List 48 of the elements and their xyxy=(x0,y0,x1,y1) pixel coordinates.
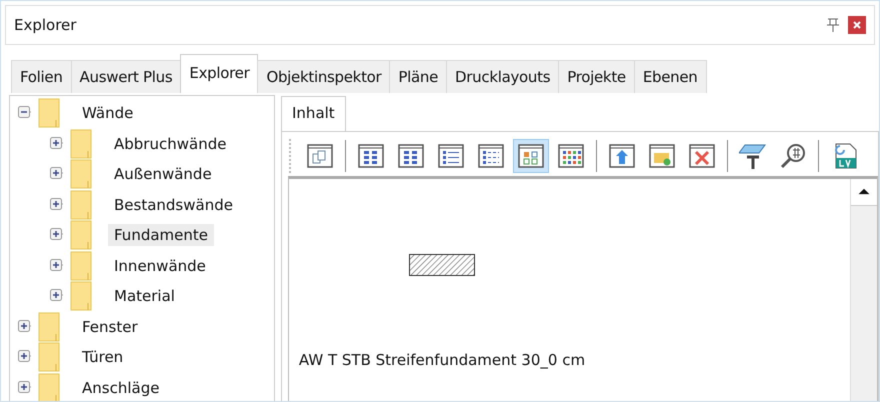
collapse-icon[interactable] xyxy=(18,106,32,120)
tab[interactable]: Explorer xyxy=(180,54,258,93)
scrollbar[interactable] xyxy=(850,179,877,401)
tree-item[interactable]: Material xyxy=(108,285,181,308)
expand-icon[interactable] xyxy=(18,320,32,334)
tree-item[interactable]: Fundamente xyxy=(108,224,214,246)
tab[interactable]: Auswert Plus xyxy=(70,60,182,93)
tree-item[interactable]: Fenster xyxy=(76,316,144,338)
expand-icon[interactable] xyxy=(50,167,64,182)
folder-icon xyxy=(70,190,92,220)
grip-icon xyxy=(288,139,292,173)
folder-icon xyxy=(70,128,92,159)
expand-icon[interactable] xyxy=(50,289,64,304)
folder-icon xyxy=(38,312,60,342)
close-icon[interactable] xyxy=(848,16,866,34)
tab[interactable]: Inhalt xyxy=(281,96,346,131)
window-title: Explorer xyxy=(14,16,78,34)
tab[interactable]: Ebenen xyxy=(634,60,706,93)
tree-item[interactable]: Bestandswände xyxy=(108,194,239,216)
tab[interactable]: Folien xyxy=(11,60,72,93)
scroll-up-icon[interactable] xyxy=(851,179,877,206)
tab[interactable]: Pläne xyxy=(389,60,448,93)
folder-icon xyxy=(38,342,60,372)
expand-icon[interactable] xyxy=(50,258,64,273)
expand-icon[interactable] xyxy=(18,380,32,395)
folder-icon xyxy=(70,281,92,312)
tree-item[interactable]: Abbruchwände xyxy=(108,132,232,155)
expand-icon[interactable] xyxy=(50,198,64,212)
tree-item[interactable]: Außenwände xyxy=(108,163,218,186)
thumbs-button[interactable] xyxy=(513,139,549,173)
tab[interactable]: Projekte xyxy=(558,60,635,93)
tab[interactable]: Drucklayouts xyxy=(446,60,560,93)
tree-item[interactable]: Innenwände xyxy=(108,254,212,277)
item-caption[interactable]: AW T STB Streifenfundament 30_0 cm xyxy=(297,349,587,371)
expand-icon[interactable] xyxy=(50,228,64,242)
expand-icon[interactable] xyxy=(50,136,64,151)
folder-icon xyxy=(70,159,92,190)
tree-item[interactable]: Anschläge xyxy=(76,376,166,399)
folder-icon xyxy=(38,98,60,128)
hatched-bar-drawing xyxy=(409,254,475,276)
folder-icon xyxy=(70,220,92,250)
pin-icon[interactable] xyxy=(826,17,840,33)
folder-icon xyxy=(70,250,92,281)
tree-item[interactable]: Türen xyxy=(76,346,130,368)
tree-item[interactable]: Wände xyxy=(76,102,140,124)
folder-icon xyxy=(38,372,60,401)
expand-icon[interactable] xyxy=(18,350,32,364)
tab[interactable]: Objektinspektor xyxy=(257,60,390,93)
